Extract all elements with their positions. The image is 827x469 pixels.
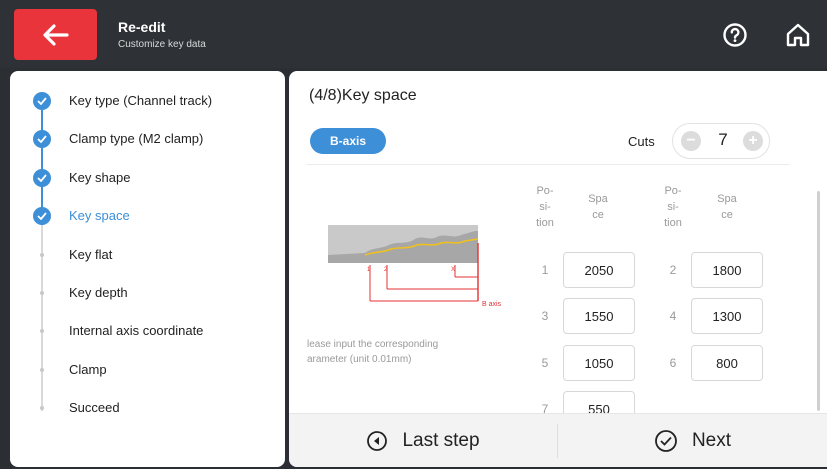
step-key-shape: Key shape: [10, 162, 285, 192]
step-dot: [40, 291, 44, 295]
position-number: 2: [669, 263, 677, 277]
next-label: Next: [691, 430, 732, 451]
step-clamp: Clamp: [10, 354, 285, 384]
space-input[interactable]: 1300: [691, 298, 763, 334]
step-label: Key depth: [69, 285, 128, 300]
footer-bar: Last step Next: [289, 413, 827, 467]
back-button[interactable]: [14, 9, 97, 60]
step-label: Internal axis coordinate: [69, 323, 204, 338]
position-header: Po- si- tion: [664, 185, 682, 229]
space-header: Spa ce: [588, 193, 608, 221]
space-input[interactable]: 1050: [563, 345, 635, 381]
scrollbar[interactable]: [817, 191, 820, 411]
home-icon: [786, 23, 810, 47]
check-icon: [33, 169, 51, 187]
circle-check-icon: [655, 430, 677, 452]
help-button[interactable]: [722, 22, 748, 48]
section-title: (4/8)Key space: [309, 87, 417, 104]
page-subtitle: Customize key data: [118, 39, 206, 50]
position-number: 1: [541, 263, 549, 277]
next-button[interactable]: Next: [558, 414, 827, 467]
step-key-space: Key space: [10, 200, 285, 230]
step-dot: [40, 253, 44, 257]
last-step-label: Last step: [402, 430, 480, 451]
step-internal-axis: Internal axis coordinate: [10, 315, 285, 345]
step-succeed: Succeed: [10, 392, 285, 422]
step-dot: [40, 368, 44, 372]
step-label: Key shape: [69, 170, 131, 185]
step-key-flat: Key flat: [10, 239, 285, 269]
space-input[interactable]: 1800: [691, 252, 763, 288]
diagram-axis-label: B axis: [482, 301, 502, 308]
decrease-cuts-button[interactable]: −: [681, 131, 701, 151]
step-clamp-type: Clamp type (M2 clamp): [10, 123, 285, 153]
arrow-left-icon: [42, 23, 69, 46]
cuts-stepper: − 7 +: [672, 123, 770, 159]
position-header: Po- si- tion: [536, 185, 554, 229]
last-step-button[interactable]: Last step: [289, 414, 557, 467]
cuts-value: 7: [718, 130, 728, 149]
hint-line: lease input the corresponding: [307, 339, 439, 350]
top-bar: Re-edit Customize key data: [0, 0, 827, 68]
step-label: Key space: [69, 208, 130, 223]
position-number: 5: [541, 356, 549, 370]
step-dot: [40, 406, 44, 410]
space-input[interactable]: 1550: [563, 298, 635, 334]
step-key-depth: Key depth: [10, 277, 285, 307]
increase-cuts-button[interactable]: +: [743, 131, 763, 151]
divider: [306, 164, 790, 165]
circle-left-icon: [367, 431, 388, 451]
step-label: Key flat: [69, 247, 113, 262]
position-number: 4: [669, 309, 677, 323]
hint-line: arameter (unit 0.01mm): [307, 354, 412, 365]
main-panel: (4/8)Key space B-axis Cuts − 7 + 1 2 X B…: [289, 71, 827, 467]
page-title: Re-edit: [118, 19, 166, 35]
position-number: 3: [541, 309, 549, 323]
check-icon: [33, 130, 51, 148]
step-sidebar: Key type (Channel track) Clamp type (M2 …: [10, 71, 285, 467]
diagram-marker-x: X: [451, 267, 455, 273]
input-hint: lease input the corresponding arameter (…: [307, 337, 438, 367]
question-icon: [723, 23, 747, 47]
step-label: Clamp type (M2 clamp): [69, 131, 204, 146]
step-key-type: Key type (Channel track): [10, 85, 285, 115]
step-label: Key type (Channel track): [69, 93, 213, 108]
check-icon: [33, 207, 51, 225]
home-button[interactable]: [784, 21, 812, 49]
cuts-label: Cuts: [628, 134, 655, 149]
check-icon: [33, 92, 51, 110]
key-diagram: 1 2 X B axis: [328, 225, 502, 308]
step-label: Succeed: [69, 400, 120, 415]
space-input[interactable]: 800: [691, 345, 763, 381]
space-input[interactable]: 2050: [563, 252, 635, 288]
step-dot: [40, 329, 44, 333]
position-number: 6: [669, 356, 677, 370]
step-label: Clamp: [69, 362, 107, 377]
axis-selector-button[interactable]: B-axis: [310, 128, 386, 154]
space-header: Spa ce: [717, 193, 737, 221]
